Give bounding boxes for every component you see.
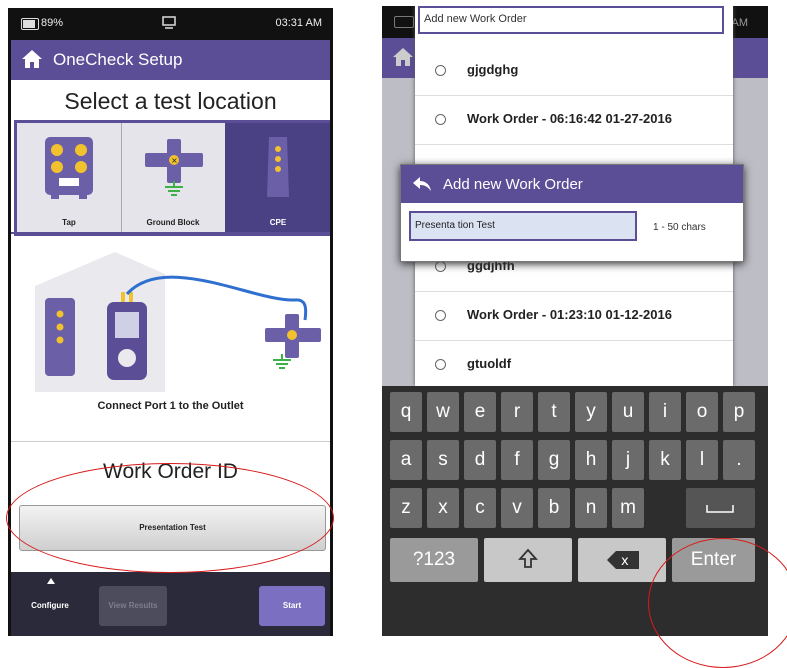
bottom-toolbar: Configure View Results Start — [11, 572, 330, 636]
list-item[interactable]: Work Order - 01:23:10 01-12-2016 — [415, 291, 733, 341]
key-o[interactable]: o — [686, 392, 718, 432]
location-tap-label: Tap — [62, 218, 76, 227]
configure-button[interactable]: Configure — [17, 586, 83, 626]
shift-icon — [518, 548, 538, 568]
key-a[interactable]: a — [390, 440, 422, 480]
divider — [11, 441, 330, 442]
svg-text:×: × — [171, 156, 178, 165]
radio-button[interactable] — [435, 65, 446, 76]
start-button[interactable]: Start — [259, 586, 325, 626]
list-item-label: Work Order - 06:16:42 01-27-2016 — [467, 111, 672, 126]
location-tap[interactable]: Tap — [17, 123, 122, 233]
key-t[interactable]: t — [538, 392, 570, 432]
key-q[interactable]: q — [390, 392, 422, 432]
status-bar: 89% 03:31 AM — [11, 8, 330, 40]
key-r[interactable]: r — [501, 392, 533, 432]
work-order-name-input[interactable]: Presenta tion Test — [409, 211, 637, 241]
key-y[interactable]: y — [575, 392, 607, 432]
clock: 03:31 AM — [275, 17, 322, 29]
ground-block-icon: × — [145, 139, 203, 196]
key-v[interactable]: v — [501, 488, 533, 528]
dialog-header: Add new Work Order — [401, 165, 743, 203]
battery-icon — [394, 16, 414, 28]
list-item[interactable]: Work Order - 06:16:42 01-27-2016 — [415, 95, 733, 145]
backspace-icon: x — [607, 551, 639, 569]
list-item-label: gtuoldf — [467, 356, 512, 371]
clock: AM — [731, 17, 749, 29]
key-c[interactable]: c — [464, 488, 496, 528]
key-h[interactable]: h — [575, 440, 607, 480]
key-p[interactable]: p — [723, 392, 755, 432]
space-key[interactable] — [686, 488, 755, 528]
list-item-label: Work Order - 01:23:10 01-12-2016 — [467, 307, 672, 322]
key-k[interactable]: k — [649, 440, 681, 480]
key-e[interactable]: e — [464, 392, 496, 432]
space-icon — [706, 505, 734, 513]
tap-icon — [45, 137, 93, 199]
key-d[interactable]: d — [464, 440, 496, 480]
page-heading: Select a test location — [64, 88, 277, 114]
svg-text:x: x — [621, 554, 629, 569]
key-f[interactable]: f — [501, 440, 533, 480]
key-z[interactable]: z — [390, 488, 422, 528]
highlight-work-order-ellipse — [6, 463, 334, 573]
notification-icon — [162, 16, 176, 29]
key-period[interactable]: . — [723, 440, 755, 480]
key-s[interactable]: s — [427, 440, 459, 480]
title-bar: OneCheck Setup — [11, 40, 330, 80]
app-title: OneCheck Setup — [53, 50, 183, 69]
key-i[interactable]: i — [649, 392, 681, 432]
key-w[interactable]: w — [427, 392, 459, 432]
key-b[interactable]: b — [538, 488, 570, 528]
key-n[interactable]: n — [575, 488, 607, 528]
symbols-key[interactable]: ?123 — [390, 538, 478, 582]
list-item[interactable]: gjgdghg — [415, 46, 733, 96]
home-icon[interactable] — [21, 49, 43, 69]
location-ground-block-label: Ground Block — [146, 218, 200, 227]
home-icon — [393, 48, 413, 66]
radio-button[interactable] — [435, 359, 446, 370]
key-j[interactable]: j — [612, 440, 644, 480]
back-arrow-icon[interactable] — [411, 175, 433, 193]
add-work-order-dialog: Add new Work Order Presenta tion Test 1 … — [400, 164, 744, 262]
radio-button[interactable] — [435, 114, 446, 125]
radio-button[interactable] — [435, 261, 446, 272]
divider — [11, 232, 330, 234]
connection-instruction: Connect Port 1 to the Outlet — [97, 400, 244, 412]
test-location-selector: Tap × Ground Block CPE — [14, 120, 330, 236]
key-l[interactable]: l — [686, 440, 718, 480]
dialog-title: Add new Work Order — [443, 176, 583, 193]
location-ground-block[interactable]: × Ground Block — [121, 123, 226, 233]
highlight-enter-ellipse — [648, 538, 787, 668]
radio-button[interactable] — [435, 310, 446, 321]
location-cpe[interactable]: CPE — [225, 123, 330, 233]
location-cpe-label: CPE — [269, 218, 287, 227]
add-work-order-item[interactable]: Add new Work Order — [418, 6, 724, 34]
battery-level: 89% — [41, 17, 64, 29]
view-results-button[interactable]: View Results — [99, 586, 167, 626]
key-m[interactable]: m — [612, 488, 644, 528]
key-u[interactable]: u — [612, 392, 644, 432]
list-item-label: gjgdghg — [467, 62, 519, 77]
chevron-up-icon — [47, 578, 55, 584]
key-g[interactable]: g — [538, 440, 570, 480]
shift-key[interactable] — [484, 538, 572, 582]
list-item[interactable]: gtuoldf — [415, 340, 733, 389]
backspace-key[interactable]: x — [578, 538, 666, 582]
key-x[interactable]: x — [427, 488, 459, 528]
cpe-icon — [267, 137, 289, 197]
connection-illustration — [35, 252, 321, 392]
char-limit-hint: 1 - 50 chars — [653, 222, 706, 233]
battery-icon — [21, 18, 39, 30]
